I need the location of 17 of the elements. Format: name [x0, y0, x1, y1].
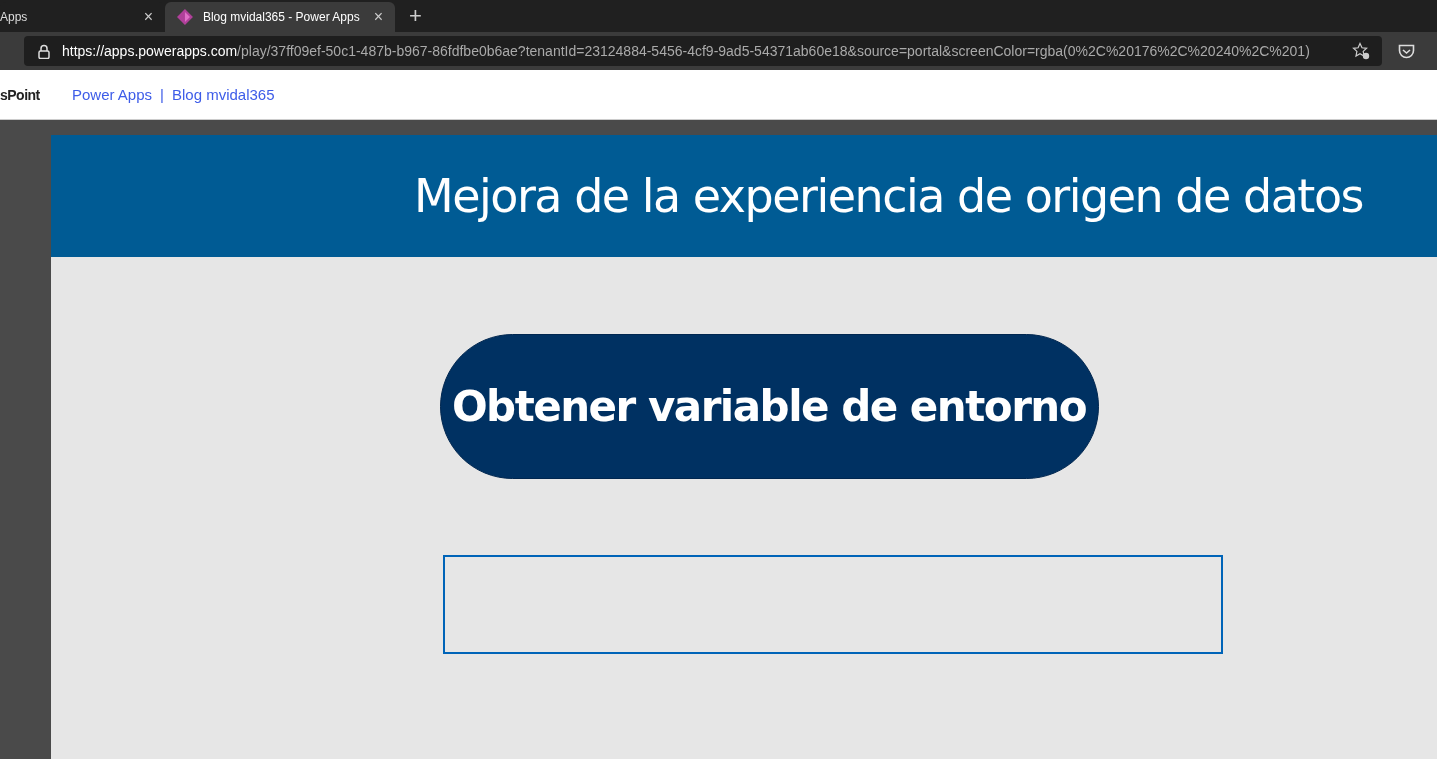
- app-title: Mejora de la experiencia de origen de datos: [414, 169, 1363, 223]
- separator-text: |: [160, 86, 164, 103]
- favorite-star-icon[interactable]: [1352, 42, 1370, 60]
- close-tab-button[interactable]: ×: [139, 8, 157, 26]
- close-tab-button[interactable]: ×: [369, 8, 387, 26]
- address-field[interactable]: https://apps.powerapps.com/play/37ff09ef-50c1-487b-b967-86fdfbe0b6ae?tenantId=23124884-5456-4cf9-9ad5-54371ab60e18&source=portal&screenColor=rgba(0%2C%20176%2C%20240%2C%201): [24, 36, 1382, 66]
- get-variable-button[interactable]: Obtener variable de entorno: [439, 334, 1099, 479]
- new-tab-button[interactable]: +: [403, 2, 428, 30]
- pocket-icon[interactable]: [1398, 43, 1415, 59]
- nav-link[interactable]: Blog mvidal365: [171, 86, 275, 103]
- lock-icon: [38, 43, 50, 59]
- browser-tab[interactable]: Blog mvidal365 - Power Apps ×: [165, 2, 395, 32]
- text-input-field[interactable]: [443, 555, 1223, 654]
- nav-link[interactable]: Power Apps: [72, 86, 153, 103]
- url-text: https://apps.powerapps.com/play/37ff09ef-50c1-487b-b967-86fdfbe0b6ae?tenantId=23124884-5456-4cf9-9ad5-54371ab60e18&source=portal&screenColor=rgba(0%2C%20176%2C%20240%2C%201): [62, 43, 1311, 59]
- app-logo-icon: [177, 9, 193, 25]
- site-brand: sPoint: [0, 86, 41, 103]
